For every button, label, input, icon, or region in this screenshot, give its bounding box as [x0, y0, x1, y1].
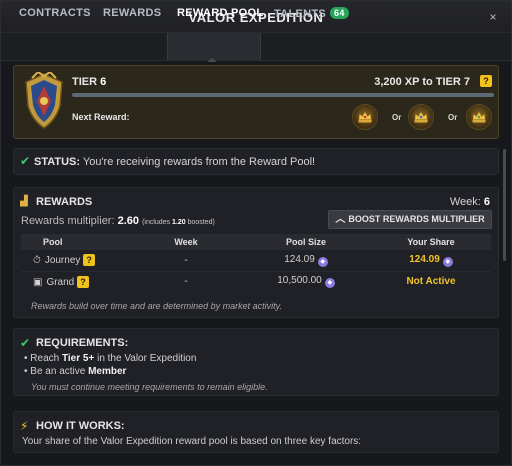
status-panel: ✔ STATUS: You're receiving rewards from …	[13, 148, 499, 175]
reward-pool-table: Pool Week Pool Size Your Share ⏱ Journey …	[21, 234, 491, 292]
status-label: STATUS:	[34, 156, 81, 168]
rewards-panel: ▟ REWARDS Week: 6 Rewards multiplier: 2.…	[13, 187, 499, 318]
how-it-works-panel: ⚡ HOW IT WORKS: Your share of the Valor …	[13, 411, 499, 453]
token-icon: ◆	[442, 256, 453, 267]
help-icon[interactable]: ?	[77, 275, 90, 288]
or-label: Or	[392, 113, 402, 122]
check-icon: ✔	[20, 154, 31, 168]
talents-count-badge: 64	[330, 7, 349, 19]
week-value: 6	[483, 196, 490, 208]
boost-rewards-multiplier-button[interactable]: ︿ BOOST REWARDS MULTIPLIER	[328, 210, 492, 229]
tab-contracts[interactable]: CONTRACTS	[19, 7, 91, 27]
token-icon: ◆	[324, 278, 335, 289]
week-label: Week:	[449, 196, 481, 208]
shield-emblem-icon	[25, 72, 63, 129]
multiplier-boost-value: 1.20	[172, 219, 186, 226]
check-icon: ✔	[20, 336, 31, 350]
requirements-note: You must continue meeting requirements t…	[31, 382, 268, 392]
valor-expedition-window: VALOR EXPEDITION × CONTRACTS REWARDS REW…	[0, 0, 512, 466]
tab-talents-label: TALENTS	[274, 8, 327, 20]
rewards-footnote: Rewards build over time and are determin…	[31, 301, 282, 311]
table-row: ▣ Grand ? - 10,500.00 ◆ Not Active	[21, 271, 491, 292]
your-share-cell: Not Active	[371, 271, 491, 292]
requirements-title: REQUIREMENTS:	[36, 337, 129, 349]
tier-word: TIER	[72, 76, 98, 88]
requirements-panel: ✔ REQUIREMENTS: • Reach Tier 5+ in the V…	[13, 328, 499, 396]
your-share-value: Not Active	[406, 276, 456, 288]
token-icon: ◆	[317, 256, 328, 267]
pool-size-cell: 10,500.00 ◆	[241, 271, 371, 292]
tab-rewards[interactable]: REWARDS	[103, 7, 161, 27]
multiplier-detail: (includes 1.20 boosted)	[142, 219, 215, 226]
how-it-works-text: Your share of the Valor Expedition rewar…	[22, 436, 362, 447]
pool-name: Journey	[44, 255, 81, 267]
requirement-text: • Reach	[24, 353, 62, 364]
multiplier-detail-post: boosted)	[187, 219, 215, 226]
week-indicator: Week: 6	[450, 196, 490, 208]
column-header-pool: Pool	[21, 234, 131, 250]
table-row: ⏱ Journey ? - 124.09 ◆ 124.09 ◆	[21, 250, 491, 272]
help-icon[interactable]: ?	[83, 254, 96, 267]
table-header-row: Pool Week Pool Size Your Share	[21, 234, 491, 250]
requirement-highlight: Member	[88, 366, 127, 377]
tier-progress-fill	[72, 93, 494, 97]
rewards-multiplier: Rewards multiplier: 2.60 (includes 1.20 …	[21, 215, 215, 227]
active-tab-caret-icon	[207, 58, 217, 62]
pool-name-cell: ▣ Grand ?	[21, 271, 131, 292]
your-share-value: 124.09	[409, 253, 440, 265]
scrollbar[interactable]	[503, 149, 506, 261]
multiplier-value: 2.60	[117, 215, 140, 227]
coins-icon: ▟	[20, 196, 28, 207]
rewards-title: REWARDS	[36, 196, 93, 208]
requirement-text: • Be an active	[24, 366, 89, 377]
week-cell: -	[184, 276, 188, 288]
multiplier-detail-pre: (includes	[142, 219, 171, 226]
active-tab-background	[167, 33, 261, 61]
column-header-pool-size: Pool Size	[241, 234, 371, 250]
tier-panel: TIER 6 3,200 XP to TIER 7 ? Next Reward:…	[13, 65, 499, 139]
pool-size-value: 10,500.00	[277, 275, 322, 287]
pool-size-cell: 124.09 ◆	[241, 250, 371, 272]
week-cell: -	[131, 250, 241, 272]
column-header-your-share: Your Share	[371, 234, 491, 250]
pool-name-cell: ⏱ Journey ?	[21, 250, 131, 272]
requirement-text: in the Valor Expedition	[94, 353, 197, 364]
tab-reward-pool[interactable]: REWARD POOL	[177, 7, 263, 27]
boost-button-label: BOOST REWARDS MULTIPLIER	[348, 214, 485, 224]
gift-icon: ▣	[33, 276, 43, 288]
pool-name: Grand	[46, 276, 75, 288]
stopwatch-icon: ⏱	[33, 255, 41, 267]
xp-to-next-tier: 3,200 XP to TIER 7	[374, 76, 470, 88]
next-reward-label: Next Reward:	[72, 112, 130, 122]
tier-value: 6	[100, 76, 107, 88]
requirement-item: • Be an active Member	[24, 366, 126, 377]
how-it-works-title: HOW IT WORKS:	[36, 420, 125, 432]
column-header-week: Week	[131, 234, 241, 250]
tier-progress-bar	[72, 93, 494, 97]
multiplier-label: Rewards multiplier:	[21, 215, 115, 227]
help-icon[interactable]: ?	[480, 75, 492, 87]
or-label: Or	[448, 113, 458, 122]
lightning-icon: ⚡	[20, 419, 29, 433]
your-share-cell: 124.09 ◆	[371, 250, 491, 272]
crown-reward-icon[interactable]	[352, 104, 378, 130]
pool-size-value: 124.09	[284, 253, 315, 265]
status-message: You're receiving rewards from the Reward…	[82, 156, 316, 168]
crown-reward-icon[interactable]	[466, 104, 492, 130]
requirement-item: • Reach Tier 5+ in the Valor Expedition	[24, 353, 196, 364]
status-text: STATUS: You're receiving rewards from th…	[34, 156, 315, 168]
crown-reward-icon[interactable]	[408, 104, 434, 130]
close-icon[interactable]: ×	[485, 9, 501, 25]
chevron-up-icon: ︿	[335, 214, 346, 225]
tab-talents[interactable]: TALENTS 64	[274, 7, 349, 27]
tier-label: TIER 6	[72, 76, 106, 88]
requirement-highlight: Tier 5+	[61, 353, 95, 364]
